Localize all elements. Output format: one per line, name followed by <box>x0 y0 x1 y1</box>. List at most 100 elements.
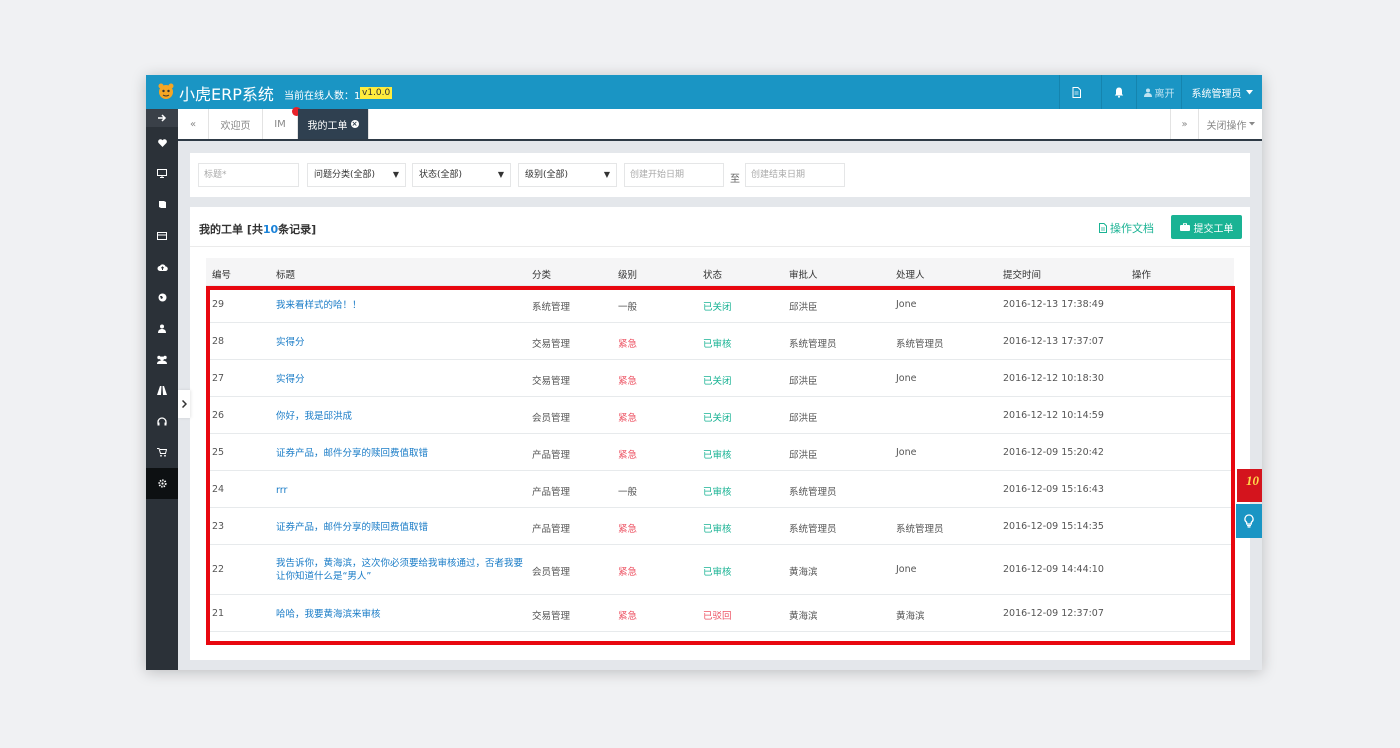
sidebar-item-favorites[interactable] <box>146 127 178 158</box>
cell-time: 2016-12-09 14:44:10 <box>1003 564 1104 575</box>
table-row: 22 我告诉你，黄海滨，这次你必须要给我审核通过，否者我要让你知道什么是“男人” 会… <box>206 545 1234 595</box>
cell-time: 2016-12-09 15:16:43 <box>1003 483 1104 495</box>
cell-level: 紧急 <box>618 338 638 350</box>
leave-button[interactable]: 离开 <box>1136 75 1181 109</box>
record-count: 10 <box>262 223 279 236</box>
sidebar-item-list[interactable] <box>146 220 178 251</box>
cell-id: 25 <box>212 446 225 458</box>
close-tab-icon[interactable]: × <box>350 120 359 128</box>
cell-id: 21 <box>212 607 225 619</box>
lightbulb-icon <box>1244 514 1254 528</box>
brand-title[interactable]: 小虎ERP系统 <box>179 81 274 105</box>
title-search-input[interactable]: 标题* <box>198 163 299 187</box>
cell-handler: Jone <box>896 446 917 458</box>
table-row: 23 证券产品，邮件分享的赎回费值取错 产品管理 紧急 已审核 系统管理员 系统管理员 201… <box>206 508 1234 545</box>
tickets-panel: 我的工单 [共10条记录] 操作文档 提交工单 编号 标题 分类 级别 状态 审… <box>190 207 1250 660</box>
date-range-separator: 至 <box>730 174 740 185</box>
cell-title[interactable]: 你好，我是邱洪成 <box>276 410 524 423</box>
select-arrow-icon: ▼ <box>392 170 399 179</box>
tab-scroll-left[interactable]: « <box>178 109 209 139</box>
cell-title[interactable]: 证券产品，邮件分享的赎回费值取错 <box>276 521 524 534</box>
version-badge: v1.0.0 <box>360 87 393 99</box>
cell-title[interactable]: 实得分 <box>276 336 524 349</box>
cell-status: 已审核 <box>703 449 732 461</box>
cell-title[interactable]: 我来看样式的哈！！ <box>276 299 524 312</box>
cell-time: 2016-12-12 10:14:59 <box>1003 409 1104 421</box>
status-select[interactable]: 状态(全部) ▼ <box>412 163 511 187</box>
sidebar-item-road[interactable] <box>146 375 178 406</box>
top-header: 小虎ERP系统 当前在线人数：1 v1.0.0 离开 系统管理员 <box>146 75 1262 109</box>
cell-level: 一般 <box>618 486 638 498</box>
user-name: 系统管理员 <box>1191 88 1242 100</box>
sidebar-item-docs[interactable] <box>146 189 178 220</box>
category-select-value: 问题分类(全部) <box>314 170 376 180</box>
status-select-value: 状态(全部) <box>419 170 463 180</box>
caret-down-icon <box>1248 122 1255 126</box>
submit-ticket-button[interactable]: 提交工单 <box>1171 215 1242 239</box>
user-menu[interactable]: 系统管理员 <box>1181 75 1262 109</box>
cell-level: 紧急 <box>618 412 638 424</box>
table-row: 27 实得分 交易管理 紧急 已关闭 邱洪臣 Jone 2016-12-12 10:18:30 <box>206 360 1234 397</box>
level-select-value: 级别(全部) <box>525 170 569 180</box>
table-row: 21 哈哈，我要黄海滨来审核 交易管理 紧急 已驳回 黄海滨 黄海滨 2016-12-09 1… <box>206 595 1234 632</box>
sidebar-item-users[interactable] <box>146 344 178 375</box>
cell-level: 紧急 <box>618 375 638 387</box>
tips-button[interactable] <box>1236 504 1262 538</box>
sidebar-item-cart[interactable] <box>146 437 178 468</box>
tab-scroll-right[interactable]: » <box>1170 109 1199 139</box>
sidebar-toggle[interactable] <box>146 109 178 127</box>
cell-category: 交易管理 <box>532 375 571 387</box>
cell-title[interactable]: rrr <box>276 484 524 497</box>
end-date-input[interactable]: 创建结束日期 <box>745 163 845 187</box>
promo-badge[interactable]: 10 <box>1237 469 1262 502</box>
cell-category: 系统管理 <box>532 301 571 313</box>
sidebar-item-user[interactable] <box>146 313 178 344</box>
sidebar-item-globe[interactable] <box>146 282 178 313</box>
start-date-input[interactable]: 创建开始日期 <box>624 163 724 187</box>
cell-approver: 黄海滨 <box>789 610 818 622</box>
level-select[interactable]: 级别(全部) ▼ <box>518 163 617 187</box>
list-icon <box>157 231 167 240</box>
chevron-right-icon <box>181 400 187 408</box>
sidebar-item-support[interactable] <box>146 406 178 437</box>
cell-title[interactable]: 证券产品，邮件分享的赎回费值取错 <box>276 447 524 460</box>
expand-handle[interactable] <box>178 390 190 418</box>
headphones-icon <box>157 417 167 426</box>
cell-handler: Jone <box>896 298 917 310</box>
cell-title[interactable]: 实得分 <box>276 373 524 386</box>
sidebar <box>146 109 178 670</box>
heart-icon <box>157 138 167 147</box>
cell-status: 已审核 <box>703 338 732 350</box>
cell-id: 22 <box>212 564 225 575</box>
tab-my-tickets[interactable]: 我的工单 × <box>298 109 369 139</box>
notification-button[interactable] <box>1101 75 1135 109</box>
document-button[interactable] <box>1059 75 1093 109</box>
col-id: 编号 <box>212 270 232 281</box>
cell-title[interactable]: 哈哈，我要黄海滨来审核 <box>276 608 524 621</box>
tab-im[interactable]: IM <box>263 107 301 139</box>
sidebar-item-upload[interactable] <box>146 251 178 282</box>
tab-my-tickets-label: 我的工单 <box>307 120 348 132</box>
road-icon <box>157 386 167 395</box>
cell-level: 紧急 <box>618 567 638 578</box>
panel-divider <box>190 246 1250 247</box>
cell-handler: Jone <box>896 372 917 384</box>
close-operations-menu[interactable]: 关闭操作 <box>1199 109 1262 139</box>
cell-title[interactable]: 我告诉你，黄海滨，这次你必须要给我审核通过，否者我要让你知道什么是“男人” <box>276 557 524 583</box>
sidebar-item-settings[interactable] <box>146 468 178 499</box>
col-handler: 处理人 <box>896 270 925 281</box>
select-arrow-icon: ▼ <box>497 170 504 179</box>
category-select[interactable]: 问题分类(全部) ▼ <box>307 163 406 187</box>
operation-docs-link[interactable]: 操作文档 <box>1099 220 1154 236</box>
tab-welcome[interactable]: 欢迎页 <box>209 109 263 139</box>
user-icon <box>158 324 166 333</box>
cell-time: 2016-12-09 15:14:35 <box>1003 520 1104 532</box>
cell-level: 紧急 <box>618 610 638 622</box>
cell-id: 24 <box>212 483 225 495</box>
sidebar-item-monitor[interactable] <box>146 158 178 189</box>
table-row: 29 我来看样式的哈！！ 系统管理 一般 已关闭 邱洪臣 Jone 2016-12-13 17… <box>206 286 1234 323</box>
cell-approver: 邱洪臣 <box>789 301 818 313</box>
close-operations-label: 关闭操作 <box>1206 120 1247 132</box>
monitor-icon <box>157 169 167 178</box>
col-submit-time: 提交时间 <box>1003 270 1042 281</box>
